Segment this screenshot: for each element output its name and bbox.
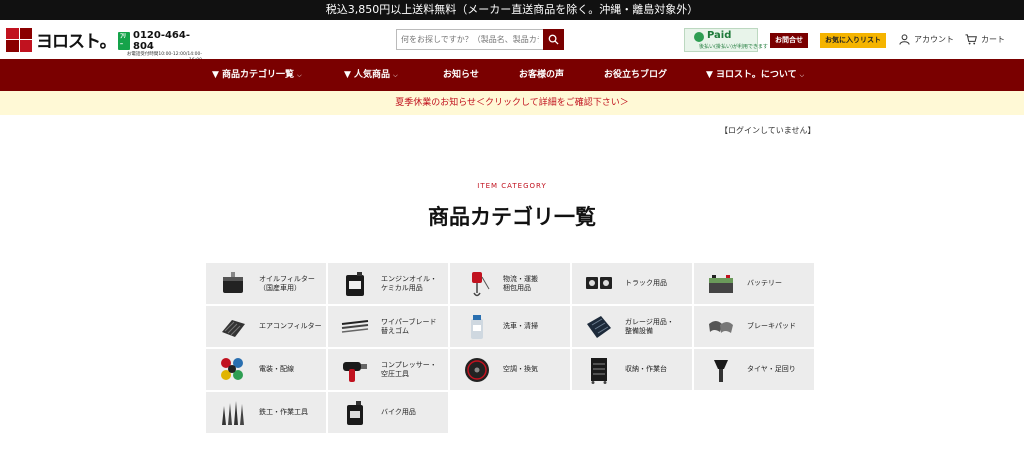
section-eyebrow: ITEM CATEGORY: [477, 182, 547, 190]
tire-valve-icon: [704, 353, 738, 387]
cart-link[interactable]: カート: [965, 34, 1005, 45]
hoist-icon: [460, 267, 494, 301]
site-logo[interactable]: ヨロスト。: [6, 27, 117, 52]
car-wash-icon: [460, 310, 494, 344]
account-label: アカウント: [914, 35, 954, 44]
category-item-wiper[interactable]: ワイパーブレード 替えゴム: [328, 306, 448, 347]
page-title: 商品カテゴリ一覧: [428, 205, 596, 229]
search-bar: [396, 29, 564, 50]
wiring-icon: [216, 353, 250, 387]
nav-item-news[interactable]: お知らせ: [443, 59, 479, 91]
fan-icon: [460, 353, 494, 387]
login-status: 【ログインしていません】: [720, 126, 816, 135]
category-item-oil-filter[interactable]: オイルフィルター （国産車用）: [206, 263, 326, 304]
contact-button[interactable]: お問合せ: [770, 33, 808, 48]
chevron-down-icon: ⌵: [799, 72, 805, 79]
category-grid: オイルフィルター （国産車用） エンジンオイル・ ケミカル用品 物流・運搬 梱包…: [206, 263, 814, 435]
tool-cabinet-icon: [582, 353, 616, 387]
category-item-engine-oil[interactable]: エンジンオイル・ ケミカル用品: [328, 263, 448, 304]
logo-mark-icon: [6, 27, 32, 52]
oil-filter-icon: [216, 267, 250, 301]
category-item-storage[interactable]: 収納・作業台: [572, 349, 692, 390]
search-button[interactable]: [543, 29, 564, 50]
logo-text: ヨロスト。: [36, 32, 117, 52]
category-item-motorcycle[interactable]: バイク用品: [328, 392, 448, 433]
category-item-compressor[interactable]: コンプレッサー・ 空圧工具: [328, 349, 448, 390]
truck-lights-icon: [582, 267, 616, 301]
paid-subtext: 後払い(掛払い)が利用できます: [699, 44, 768, 50]
search-input[interactable]: [396, 29, 543, 50]
nav-item-about[interactable]: ▼ ヨロスト。について ⌵: [706, 59, 804, 91]
wiper-icon: [338, 310, 372, 344]
cart-icon: [965, 34, 977, 45]
brake-pad-icon: [704, 310, 738, 344]
category-item-ac-filter[interactable]: エアコンフィルター: [206, 306, 326, 347]
garage-mat-icon: [582, 310, 616, 344]
chevron-down-icon: ⌵: [297, 72, 302, 79]
shipping-announcement: 税込3,850円以上送料無料（メーカー直送商品を除く。沖縄・離島対象外）: [0, 0, 1024, 20]
category-item-logistics[interactable]: 物流・運搬 梱包用品: [450, 263, 570, 304]
main-navigation: ▼ 商品カテゴリ一覧 ⌵ ▼ 人気商品 ⌵ お知らせ お客様の声 お役立ちブログ ▼…: [0, 59, 1024, 91]
bike-oil-icon: [338, 396, 372, 430]
category-item-garage[interactable]: ガレージ用品・ 整備設備: [572, 306, 692, 347]
drill-bits-icon: [216, 396, 250, 430]
nav-item-blog[interactable]: お役立ちブログ: [604, 59, 667, 91]
site-header: ヨロスト。 ﾌﾘｰ 0120-464-804 お電話受付時間10:00-12:0…: [0, 20, 1024, 69]
freedial-badge: ﾌﾘｰ: [118, 32, 130, 50]
category-item-car-wash[interactable]: 洗車・清掃: [450, 306, 570, 347]
category-item-truck[interactable]: トラック用品: [572, 263, 692, 304]
ac-filter-icon: [216, 310, 250, 344]
paid-logo-icon: [694, 32, 704, 42]
nav-item-reviews[interactable]: お客様の声: [519, 59, 564, 91]
holiday-notice-link[interactable]: 夏季休業のお知らせ＜クリックして詳細をご確認下さい＞: [0, 91, 1024, 115]
account-link[interactable]: アカウント: [899, 34, 954, 45]
paid-logo-text: Paid: [707, 30, 732, 41]
paid-banner[interactable]: Paid 後払い(掛払い)が利用できます: [684, 28, 768, 52]
phone-number: 0120-464-804: [132, 30, 190, 52]
category-item-wiring[interactable]: 電装・配線: [206, 349, 326, 390]
category-item-ironwork-tools[interactable]: 鉄工・作業工具: [206, 392, 326, 433]
cart-label: カート: [981, 35, 1005, 44]
oil-can-icon: [338, 267, 372, 301]
category-item-battery[interactable]: バッテリー: [694, 263, 814, 304]
chevron-down-icon: ⌵: [393, 72, 398, 79]
impact-wrench-icon: [338, 353, 372, 387]
category-item-air-conditioning[interactable]: 空調・換気: [450, 349, 570, 390]
nav-item-popular[interactable]: ▼ 人気商品 ⌵: [344, 59, 398, 91]
category-item-tire[interactable]: タイヤ・足回り: [694, 349, 814, 390]
battery-icon: [704, 267, 738, 301]
favorites-button[interactable]: お気に入りリスト: [820, 33, 886, 48]
user-icon: [899, 34, 910, 45]
nav-item-categories[interactable]: ▼ 商品カテゴリ一覧 ⌵: [212, 59, 302, 91]
search-icon: [548, 34, 559, 45]
category-item-brake-pad[interactable]: ブレーキパッド: [694, 306, 814, 347]
